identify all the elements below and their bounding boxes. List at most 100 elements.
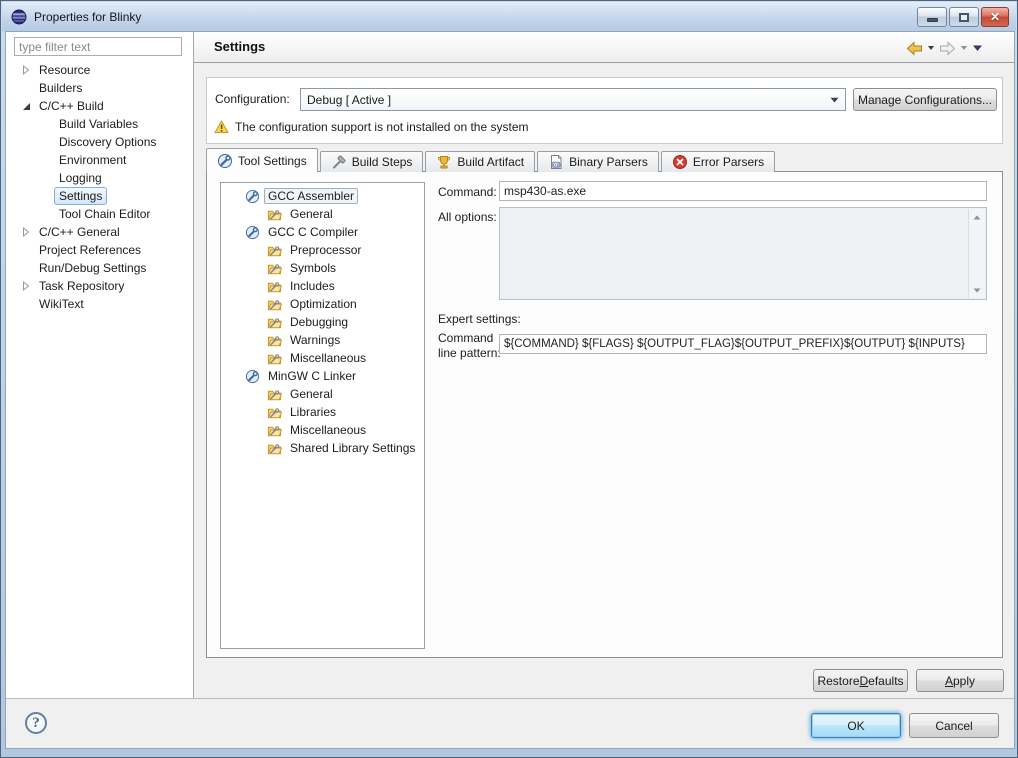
tree-expander-icon[interactable]: [38, 171, 54, 185]
back-button[interactable]: [906, 39, 923, 57]
tool-tree-item-label: General: [290, 387, 333, 401]
tree-expander-icon[interactable]: [38, 207, 54, 221]
tree-expander-icon[interactable]: [18, 261, 34, 275]
sidebar-item-environment[interactable]: Environment: [6, 151, 192, 169]
tool-tree-item-libraries[interactable]: Libraries: [221, 403, 424, 421]
sidebar-item-project-references[interactable]: Project References: [6, 241, 192, 259]
tools-icon: [218, 153, 232, 168]
command-input[interactable]: [499, 181, 987, 201]
scroll-down-button[interactable]: [969, 282, 985, 298]
tab-tool-settings[interactable]: 010 Tool Settings: [206, 148, 318, 172]
tool-tree-item-label: GCC Assembler: [264, 188, 359, 204]
sidebar-item-discovery-options[interactable]: Discovery Options: [6, 133, 192, 151]
tree-expander-icon[interactable]: [38, 153, 54, 167]
help-button[interactable]: ?: [25, 712, 47, 734]
tool-tree-item-general[interactable]: General: [221, 205, 424, 223]
forward-menu-button[interactable]: [960, 39, 968, 57]
trophy-icon: [438, 156, 451, 169]
tool-tree-item-label: Miscellaneous: [290, 423, 367, 437]
tree-expander-icon[interactable]: [38, 189, 54, 203]
category-folder-icon: [267, 299, 282, 310]
sidebar-item-build-variables[interactable]: Build Variables: [6, 115, 192, 133]
close-button[interactable]: ✕: [981, 7, 1009, 27]
manage-configurations-button[interactable]: Manage Configurations...: [853, 88, 997, 111]
tool-tree-item-optimization[interactable]: Optimization: [221, 295, 424, 313]
tool-tree-item-label: Libraries: [290, 405, 337, 419]
tool-tree-item-gcc-c-compiler[interactable]: GCC C Compiler: [221, 223, 424, 241]
tool-tree-item-general[interactable]: General: [221, 385, 424, 403]
eclipse-logo-icon: [11, 9, 27, 24]
minimize-button[interactable]: [917, 7, 947, 27]
sidebar-item-label: Project References: [39, 243, 142, 257]
category-folder-icon: [267, 263, 282, 274]
tool-tree-item-label: Warnings: [290, 333, 341, 347]
sidebar-item-tool-chain-editor[interactable]: Tool Chain Editor: [6, 205, 192, 223]
chevron-down-icon: [973, 45, 982, 51]
category-folder-icon: [267, 443, 282, 454]
tool-tree-item-label: Includes: [290, 279, 335, 293]
sidebar-item-run-debug-settings[interactable]: Run/Debug Settings: [6, 259, 192, 277]
apply-button[interactable]: Apply: [916, 669, 1004, 692]
tool-tree-item-includes[interactable]: Includes: [221, 277, 424, 295]
sidebar-item-task-repository[interactable]: Task Repository: [6, 277, 192, 295]
tab-binary-parsers[interactable]: 010 Binary Parsers: [537, 151, 659, 172]
cancel-button[interactable]: Cancel: [909, 713, 999, 738]
all-options-scrollbar[interactable]: [968, 209, 985, 298]
back-menu-button[interactable]: [927, 39, 935, 57]
tree-expander-icon[interactable]: [18, 99, 34, 113]
tree-expander-icon[interactable]: [18, 279, 34, 293]
tree-expander-icon[interactable]: [18, 243, 34, 257]
tool-tree-item-shared-library-settings[interactable]: Shared Library Settings: [221, 439, 424, 457]
maximize-button[interactable]: [949, 7, 979, 27]
tree-expander-icon[interactable]: [18, 81, 34, 95]
tool-tree-item-label: General: [290, 207, 333, 221]
tab-error-parsers[interactable]: 010 Error Parsers: [660, 151, 776, 172]
warning-icon: [214, 120, 229, 133]
tool-tree-item-label: Preprocessor: [290, 243, 362, 257]
restore-defaults-button[interactable]: Restore Defaults: [813, 669, 908, 692]
tab-build-artifact[interactable]: 010 Build Artifact: [425, 151, 536, 172]
tree-expander-icon[interactable]: [18, 297, 34, 311]
tool-tree-item-warnings[interactable]: Warnings: [221, 331, 424, 349]
tree-expander-icon[interactable]: [38, 117, 54, 131]
tab-build-steps[interactable]: 010 Build Steps: [319, 151, 424, 172]
tool-tree-item-miscellaneous[interactable]: Miscellaneous: [221, 421, 424, 439]
configuration-select[interactable]: Debug [ Active ]: [300, 88, 846, 111]
tool-tree-item-mingw-c-linker[interactable]: MinGW C Linker: [221, 367, 424, 385]
wrench-tool-icon: [245, 189, 260, 203]
forward-button[interactable]: [939, 39, 956, 57]
sidebar-tree: Resource Builders C/C++ Build Build Vari…: [6, 61, 192, 313]
tree-expander-icon[interactable]: [18, 63, 34, 77]
tool-tree-item-debugging[interactable]: Debugging: [221, 313, 424, 331]
filter-input[interactable]: [14, 37, 182, 56]
sidebar-item-label: C/C++ Build: [39, 99, 104, 113]
page-header: [194, 32, 1014, 63]
sidebar-item-c-c-build[interactable]: C/C++ Build: [6, 97, 192, 115]
command-line-pattern-input[interactable]: [499, 334, 987, 354]
titlebar[interactable]: Properties for Blinky: [2, 2, 1016, 31]
all-options-textarea[interactable]: [499, 207, 987, 300]
sidebar-item-wikitext[interactable]: WikiText: [6, 295, 192, 313]
sidebar-item-resource[interactable]: Resource: [6, 61, 192, 79]
scroll-up-button[interactable]: [969, 209, 985, 225]
sidebar-item-builders[interactable]: Builders: [6, 79, 192, 97]
sidebar-item-label: Discovery Options: [59, 135, 157, 149]
tool-tree-item-preprocessor[interactable]: Preprocessor: [221, 241, 424, 259]
dropdown-arrow-icon: [825, 97, 839, 103]
tree-expander-icon[interactable]: [18, 225, 34, 239]
tab-label: Build Steps: [351, 155, 413, 169]
sidebar-item-settings[interactable]: Settings: [6, 187, 192, 205]
tool-tree-item-gcc-assembler[interactable]: GCC Assembler: [221, 187, 424, 205]
chevron-down-icon: [928, 46, 934, 50]
tool-tree-item-miscellaneous[interactable]: Miscellaneous: [221, 349, 424, 367]
view-menu-button[interactable]: [972, 39, 983, 57]
tree-expander-icon[interactable]: [38, 135, 54, 149]
sidebar-item-logging[interactable]: Logging: [6, 169, 192, 187]
tool-tree-item-label: MinGW C Linker: [268, 369, 357, 383]
configuration-warning-text: The configuration support is not install…: [235, 120, 529, 134]
ok-button[interactable]: OK: [811, 713, 901, 738]
command-line-pattern-label-1: Command: [438, 331, 494, 345]
wrench-tool-icon: [245, 225, 260, 239]
tool-tree-item-symbols[interactable]: Symbols: [221, 259, 424, 277]
sidebar-item-c-c-general[interactable]: C/C++ General: [6, 223, 192, 241]
